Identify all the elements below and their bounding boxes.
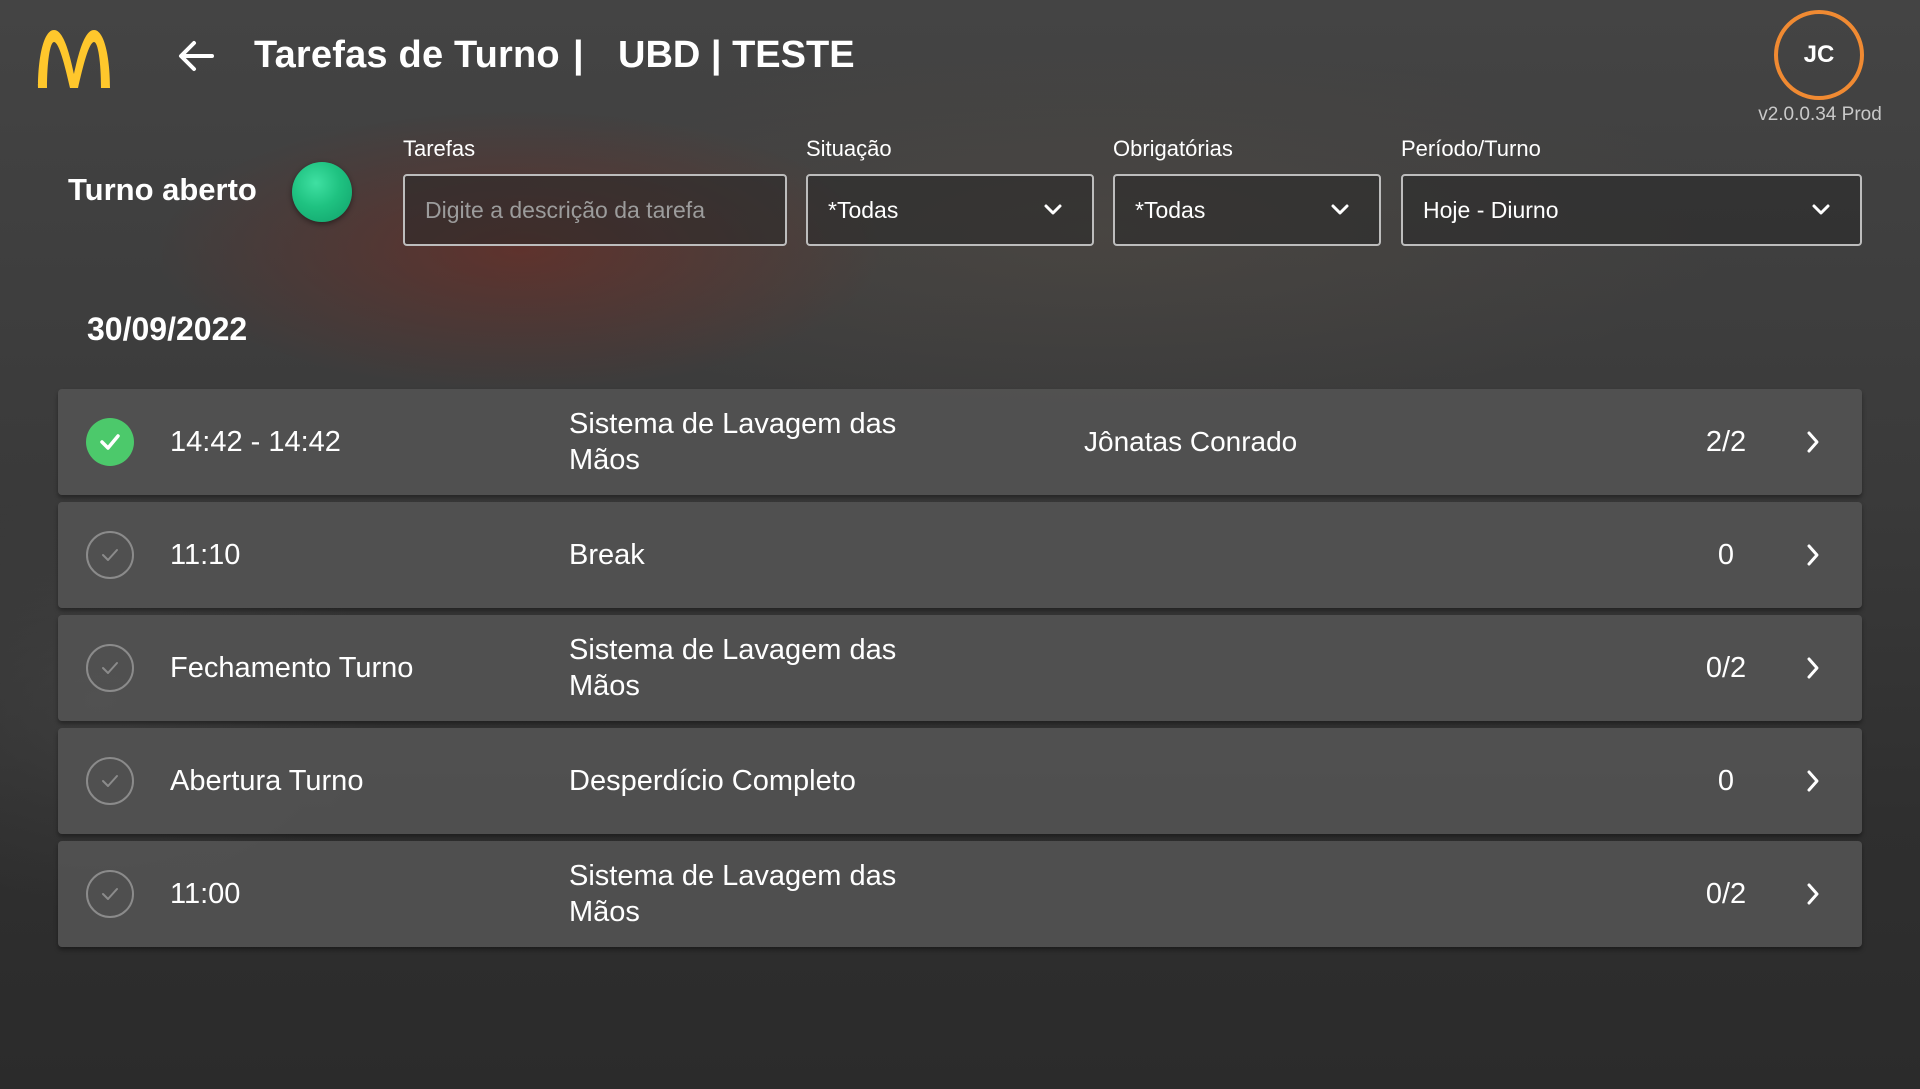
status-select[interactable]: *Todas	[806, 174, 1094, 246]
task-count: 0/2	[1705, 651, 1747, 684]
date-heading: 30/09/2022	[87, 311, 248, 347]
task-name: Sistema de Lavagem das Mãos	[569, 634, 897, 702]
task-list: 14:42 - 14:42 Sistema de Lavagem das Mão…	[58, 389, 1862, 954]
period-select[interactable]: Hoje - Diurno	[1401, 174, 1862, 246]
check-circle-outline-icon	[86, 644, 134, 692]
mandatory-filter-label: Obrigatórias	[1113, 136, 1233, 161]
store-name: UBD | TESTE	[618, 34, 855, 76]
status-select-value: *Todas	[828, 196, 899, 223]
period-select-value: Hoje - Diurno	[1423, 196, 1559, 223]
check-circle-outline-icon	[86, 870, 134, 918]
chevron-right-icon[interactable]	[1798, 540, 1828, 570]
task-count: 2/2	[1705, 425, 1747, 458]
shift-status-label: Turno aberto	[68, 172, 257, 207]
task-name: Break	[569, 539, 645, 571]
check-circle-outline-icon	[86, 531, 134, 579]
page-title: Tarefas de Turno	[254, 34, 560, 76]
task-user: Jônatas Conrado	[1084, 426, 1298, 457]
chevron-down-icon	[1329, 199, 1351, 221]
app-version: v2.0.0.34 Prod	[1758, 104, 1882, 125]
task-row[interactable]: Abertura Turno Desperdício Completo 0	[58, 728, 1862, 834]
task-time: Fechamento Turno	[170, 651, 414, 684]
check-circle-outline-icon	[86, 757, 134, 805]
tasks-search-field[interactable]	[403, 174, 787, 246]
task-name: Sistema de Lavagem das Mãos	[569, 408, 897, 476]
app-root: Tarefas de Turno | UBD | TESTE JC v2.0.0…	[0, 0, 1920, 1089]
task-count: 0	[1717, 538, 1735, 571]
chevron-right-icon[interactable]	[1798, 766, 1828, 796]
task-count: 0	[1717, 764, 1735, 797]
task-name: Desperdício Completo	[569, 765, 856, 797]
task-row[interactable]: Fechamento Turno Sistema de Lavagem das …	[58, 615, 1862, 721]
check-circle-icon	[86, 418, 134, 466]
chevron-right-icon[interactable]	[1798, 653, 1828, 683]
task-row[interactable]: 11:00 Sistema de Lavagem das Mãos 0/2	[58, 841, 1862, 947]
period-filter-label: Período/Turno	[1401, 136, 1541, 161]
avatar-initials: JC	[1803, 41, 1835, 68]
chevron-down-icon	[1042, 199, 1064, 221]
shift-status-indicator	[292, 162, 352, 222]
task-time: 11:10	[170, 538, 241, 571]
task-name: Sistema de Lavagem das Mãos	[569, 860, 897, 928]
task-count: 0/2	[1705, 877, 1747, 910]
task-time: 14:42 - 14:42	[170, 425, 341, 458]
tasks-search-input[interactable]	[425, 196, 785, 224]
chevron-down-icon	[1810, 199, 1832, 221]
task-row[interactable]: 14:42 - 14:42 Sistema de Lavagem das Mão…	[58, 389, 1862, 495]
mandatory-select-value: *Todas	[1135, 196, 1206, 223]
tasks-filter-label: Tarefas	[403, 136, 476, 161]
user-avatar[interactable]: JC	[1774, 10, 1864, 100]
status-filter-label: Situação	[806, 136, 892, 161]
mandatory-select[interactable]: *Todas	[1113, 174, 1381, 246]
task-time: Abertura Turno	[170, 764, 364, 797]
mcdonalds-logo-icon	[34, 26, 114, 90]
chevron-right-icon[interactable]	[1798, 879, 1828, 909]
task-time: 11:00	[170, 877, 241, 910]
task-row[interactable]: 11:10 Break 0	[58, 502, 1862, 608]
back-button[interactable]	[172, 34, 220, 82]
title-separator: |	[573, 34, 584, 76]
chevron-right-icon[interactable]	[1798, 427, 1828, 457]
arrow-left-icon	[176, 36, 216, 81]
